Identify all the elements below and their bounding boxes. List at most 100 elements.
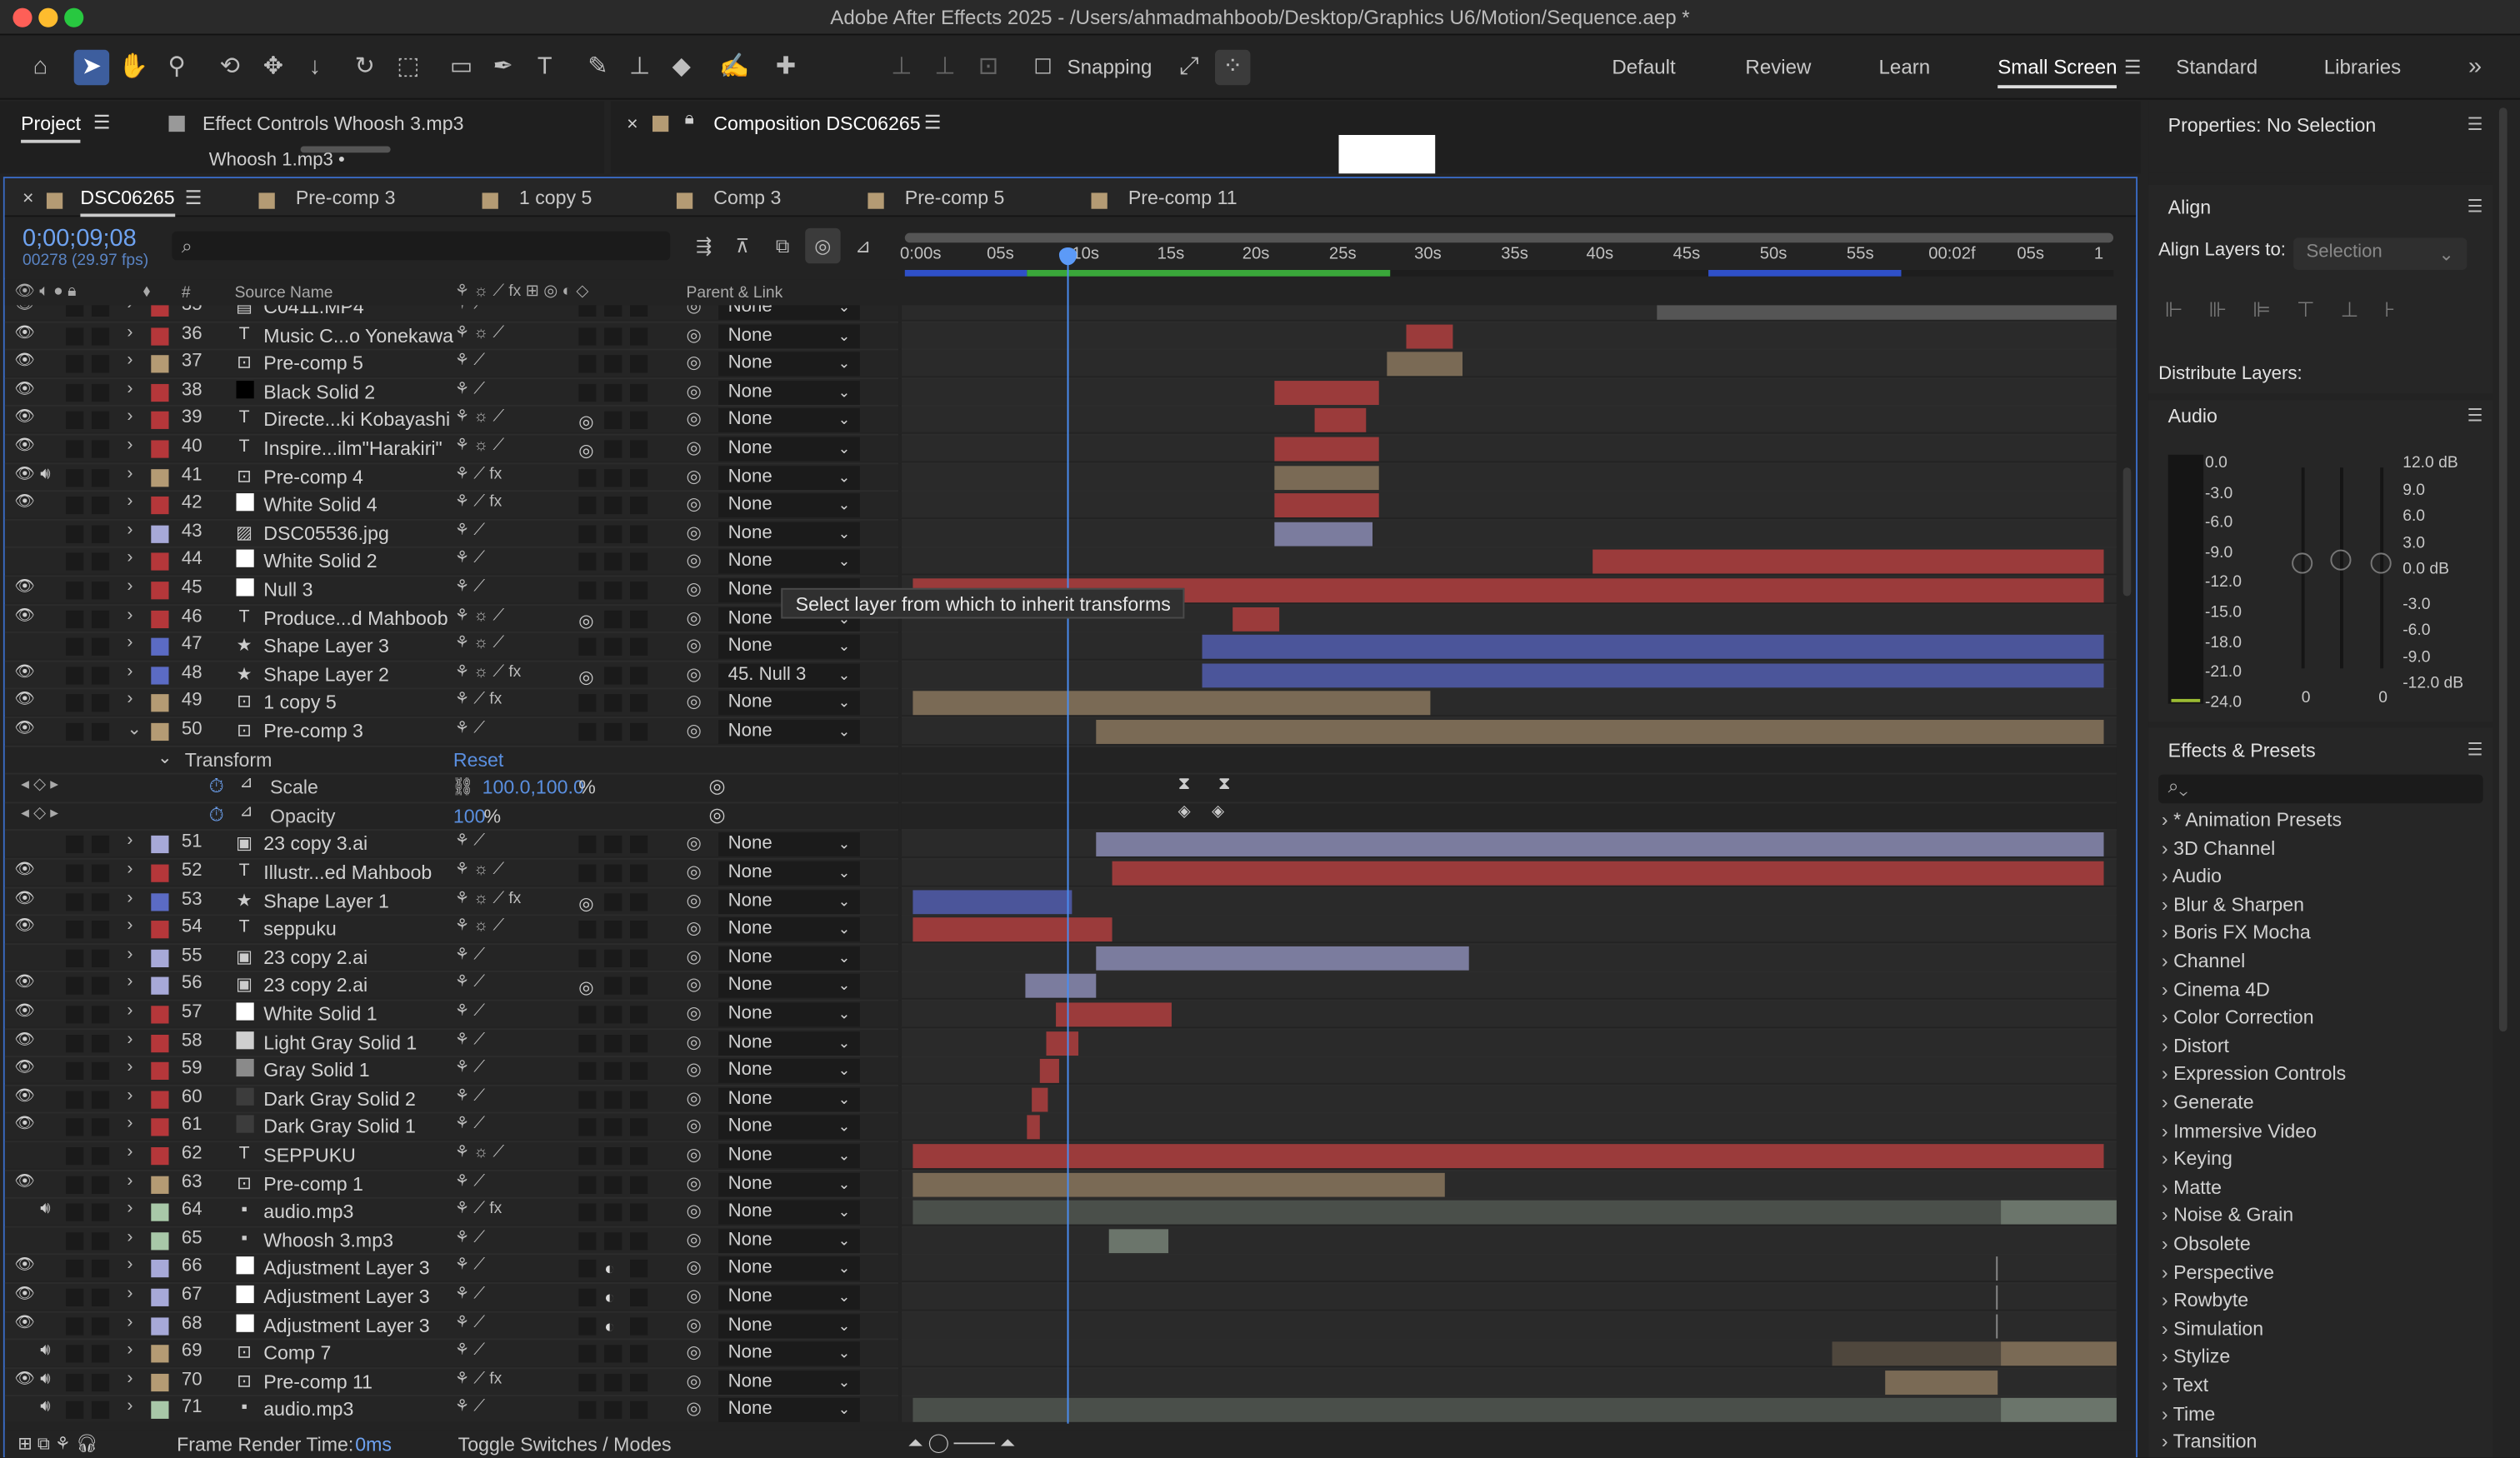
layer-duration-bar[interactable]: [1592, 550, 2104, 575]
switch-box[interactable]: [629, 1231, 648, 1251]
effects-category[interactable]: › Generate: [2162, 1091, 2254, 1113]
solo-toggle[interactable]: [66, 525, 84, 543]
align-buttons-icons[interactable]: ⊩⊪⊫⊤⊥⊦: [2165, 297, 2421, 323]
eye-icon[interactable]: 👁︎: [14, 409, 34, 427]
layer-duration-bar[interactable]: [1046, 1031, 1079, 1056]
speaker-icon[interactable]: 🔊︎: [40, 466, 50, 483]
switch-box[interactable]: [578, 1062, 597, 1081]
lock-toggle[interactable]: [91, 1203, 110, 1222]
workspace-default[interactable]: Default: [1612, 56, 1675, 78]
switch-box[interactable]: [604, 1119, 622, 1137]
layer-row[interactable]: 👁︎ › 49 ⊡ 1 copy 5 ⚘ ⟋ fx ◎ None ⌄: [4, 688, 899, 716]
tab-pre-comp-11[interactable]: Pre-comp 11: [1128, 187, 1238, 209]
tab-dsc06265[interactable]: DSC06265: [80, 187, 175, 217]
switch-box[interactable]: [629, 553, 648, 572]
switch-box[interactable]: [578, 638, 597, 657]
effects-category[interactable]: › Immersive Video: [2162, 1119, 2317, 1141]
layer-duration-bar[interactable]: [912, 917, 1112, 942]
switches-icons[interactable]: ⚘ ⟋: [455, 1031, 485, 1048]
switches-icons[interactable]: ⚘ ☼ ⟋: [455, 409, 504, 427]
label-color[interactable]: [151, 836, 169, 854]
snap-feature-icon[interactable]: ⁘: [1214, 49, 1251, 86]
switch-box[interactable]: [578, 1175, 597, 1194]
switch-box[interactable]: [604, 525, 622, 543]
lock-toggle[interactable]: [91, 1119, 110, 1137]
label-color[interactable]: [151, 1146, 169, 1166]
lock-toggle[interactable]: [91, 1373, 110, 1391]
effects-category[interactable]: › Color Correction: [2162, 1006, 2314, 1029]
label-color[interactable]: [151, 1175, 169, 1194]
keyframe-icon[interactable]: ⧗: [1178, 775, 1191, 796]
switch-box[interactable]: [629, 305, 648, 317]
stopwatch-icon[interactable]: ⏱︎: [209, 775, 224, 799]
label-color[interactable]: [151, 1231, 169, 1251]
pickwhip-icon[interactable]: ◎: [686, 1229, 702, 1250]
switch-box[interactable]: [578, 355, 597, 373]
effects-category[interactable]: › Time: [2162, 1402, 2215, 1425]
label-color[interactable]: [151, 305, 169, 317]
switch-box[interactable]: [629, 468, 648, 487]
tab-effect-controls[interactable]: Effect Controls Whoosh 3.mp3: [202, 112, 463, 135]
chevron-right-icon[interactable]: ⌄: [127, 718, 142, 739]
chevron-right-icon[interactable]: ›: [127, 860, 132, 879]
layer-row[interactable]: › 62 T SEPPUKU ⚘ ☼ ⟋ ◎ None ⌄: [4, 1141, 899, 1169]
switches-icons[interactable]: ⚘ ⟋: [455, 720, 485, 737]
chevron-right-icon[interactable]: ›: [127, 945, 132, 964]
chevron-right-icon[interactable]: ›: [127, 605, 132, 624]
workspace-learn[interactable]: Learn: [1878, 56, 1930, 78]
pickwhip-icon[interactable]: ◎: [686, 607, 702, 627]
graph-editor-icon[interactable]: ⊿: [845, 228, 880, 263]
chevron-right-icon[interactable]: ›: [127, 577, 132, 596]
switches-icons[interactable]: ⚘ ☼ ⟋: [455, 918, 504, 936]
orbit-camera-icon[interactable]: ⟲: [212, 50, 248, 85]
effects-category[interactable]: › * Animation Presets: [2162, 808, 2342, 831]
eye-icon[interactable]: 👁︎: [14, 1286, 34, 1303]
parent-select[interactable]: None ⌄: [718, 1201, 860, 1225]
lock-toggle[interactable]: [91, 1288, 110, 1306]
switches-icons[interactable]: ⚘ ⟋: [455, 1172, 485, 1190]
switch-box[interactable]: [604, 1345, 622, 1363]
switches-icons[interactable]: ⚘ ⟋: [455, 946, 485, 964]
layer-row[interactable]: › 43 ▨ DSC05536.jpg ⚘ ⟋ ◎ None ⌄: [4, 518, 899, 547]
lock-toggle[interactable]: [91, 1401, 110, 1420]
solo-toggle[interactable]: [66, 1316, 84, 1335]
switch-box[interactable]: [604, 497, 622, 515]
switch-box[interactable]: [578, 1373, 597, 1391]
audio-slider-mid-knob[interactable]: [2330, 549, 2352, 571]
layer-name[interactable]: Adjustment Layer 3: [263, 1257, 429, 1280]
switches-icons[interactable]: ⚘ ☼ ⟋ fx: [455, 663, 522, 681]
switches-icons[interactable]: ⚘ ⟋: [455, 522, 485, 539]
effects-category[interactable]: › Blur & Sharpen: [2162, 893, 2304, 916]
layer-duration-bar[interactable]: [912, 889, 1072, 914]
layer-name[interactable]: Gray Solid 1: [263, 1059, 369, 1081]
switch-box[interactable]: [629, 722, 648, 741]
work-area-bar[interactable]: [904, 232, 2114, 243]
eye-icon[interactable]: 👁︎: [14, 720, 34, 737]
switch-box[interactable]: [578, 864, 597, 882]
layer-name[interactable]: Whoosh 3.mp3: [263, 1229, 393, 1251]
pan-behind-tool-icon[interactable]: ⬚: [391, 50, 426, 85]
solo-toggle[interactable]: [66, 610, 84, 628]
layer-row[interactable]: 🔊︎ › 69 ⊡ Comp 7 ⚘ ⟋ ◎ None ⌄: [4, 1338, 899, 1366]
layer-row[interactable]: › 47 ★ Shape Layer 3 ⚘ ☼ ⟋ ◎ None ⌄: [4, 632, 899, 660]
eye-icon[interactable]: 👁︎: [14, 1087, 34, 1105]
pickwhip-icon[interactable]: ◎: [686, 1059, 702, 1080]
solo-toggle[interactable]: [66, 892, 84, 911]
frame-blending-icon[interactable]: ⧉: [765, 228, 800, 263]
lock-toggle[interactable]: [91, 468, 110, 487]
solo-toggle[interactable]: [66, 412, 84, 430]
switch-box[interactable]: [578, 383, 597, 402]
layer-row[interactable]: › 65 ▪ Whoosh 3.mp3 ⚘ ⟋ ◎ None ⌄: [4, 1226, 899, 1253]
pickwhip-icon[interactable]: ◎: [686, 635, 702, 656]
parent-select[interactable]: None ⌄: [718, 1313, 860, 1338]
motion-blur-toggle-icon[interactable]: ◎: [805, 227, 841, 264]
layer-row[interactable]: 👁︎ ⌄ 50 ⊡ Pre-comp 3 ⚘ ⟋ ◎ None ⌄: [4, 717, 899, 744]
lock-toggle[interactable]: [91, 383, 110, 402]
lock-toggle[interactable]: [91, 525, 110, 543]
pickwhip-icon[interactable]: ◎: [686, 1286, 702, 1306]
layer-duration-bar[interactable]: [1996, 1256, 1998, 1281]
solo-toggle[interactable]: [66, 864, 84, 882]
parent-select[interactable]: None ⌄: [718, 974, 860, 999]
solo-toggle[interactable]: [66, 694, 84, 713]
chevron-right-icon[interactable]: ›: [127, 379, 132, 398]
